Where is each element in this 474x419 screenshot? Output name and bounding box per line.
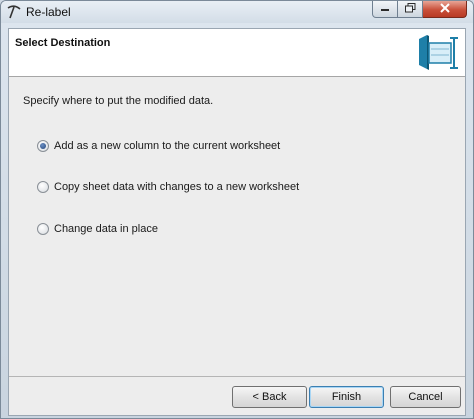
minimize-icon (380, 3, 390, 15)
back-button[interactable]: < Back (232, 386, 307, 408)
page-title: Select Destination (15, 37, 111, 49)
option-label: Add as a new column to the current works… (54, 140, 281, 152)
title-bar[interactable]: Re-label (1, 1, 473, 23)
finish-button[interactable]: Finish (309, 386, 384, 408)
instruction-text: Specify where to put the modified data. (23, 95, 214, 107)
maximize-icon (404, 2, 416, 16)
close-icon (439, 2, 451, 16)
dialog-client-area: Select Destination Specify where to put … (8, 28, 466, 416)
option-add-new-column[interactable]: Add as a new column to the current works… (37, 140, 280, 152)
radio-add-new-column[interactable] (37, 140, 49, 152)
option-label: Change data in place (54, 223, 158, 235)
option-label: Copy sheet data with changes to a new wo… (54, 181, 300, 193)
minimize-button[interactable] (372, 1, 398, 18)
radio-copy-to-new-worksheet[interactable] (37, 181, 49, 193)
window-title: Re-label (26, 5, 71, 19)
caption-buttons (372, 1, 467, 19)
maximize-button[interactable] (398, 1, 423, 18)
wizard-header: Select Destination (9, 29, 465, 77)
footer-divider (9, 376, 465, 377)
radio-selected-dot (40, 143, 46, 149)
radio-change-in-place[interactable] (37, 223, 49, 235)
option-copy-to-new-worksheet[interactable]: Copy sheet data with changes to a new wo… (37, 181, 299, 193)
close-button[interactable] (423, 1, 467, 18)
cancel-button[interactable]: Cancel (390, 386, 461, 408)
worksheet-destination-icon (417, 33, 459, 73)
relabel-dialog-window: Re-label Select Destination Specify wher… (0, 0, 474, 419)
option-change-in-place[interactable]: Change data in place (37, 223, 158, 235)
pickaxe-icon (6, 5, 22, 19)
